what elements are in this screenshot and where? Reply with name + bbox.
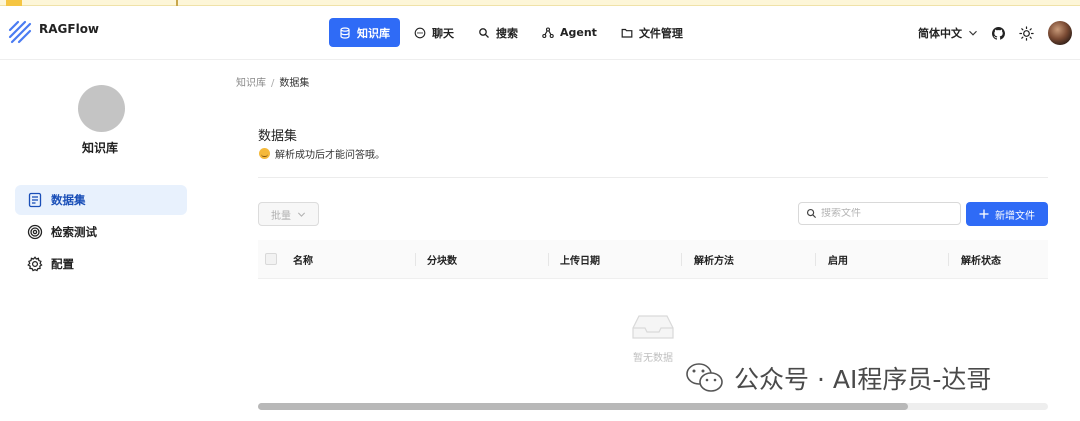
breadcrumb: 知识库 / 数据集 [236,74,309,89]
column-divider [815,253,816,266]
plus-icon [979,209,989,219]
file-search-box[interactable] [798,202,961,225]
target-icon [27,224,43,240]
gear-icon [27,256,43,272]
breadcrumb-current: 数据集 [279,78,310,89]
nav-file-management[interactable]: 文件管理 [611,18,693,47]
nav-agent-label: Agent [560,26,597,39]
ragflow-logo-icon[interactable] [8,20,32,44]
nav-knowledge-base[interactable]: 知识库 [329,18,400,47]
sidebar-item-dataset-label: 数据集 [51,193,86,207]
column-divider [415,253,416,266]
page-subtitle: 解析成功后才能问答哦。 [259,146,385,161]
empty-state: 暂无数据 [600,310,706,364]
file-search-input[interactable] [821,208,951,219]
database-icon [340,26,350,39]
column-header-chunks[interactable]: 分块数 [427,240,457,279]
column-header-name[interactable]: 名称 [293,240,313,279]
column-divider [681,253,682,266]
watermark-text: 公众号 · AI程序员-达哥 [734,365,992,394]
nav-file-management-label: 文件管理 [638,26,683,40]
page-title: 数据集 [258,129,298,144]
wechat-logo-icon [686,363,723,392]
chat-icon [414,27,426,38]
user-avatar[interactable] [1048,21,1072,45]
watermark: 公众号 · AI程序员-达哥 [684,360,991,396]
scrollbar-thumb[interactable] [258,403,908,410]
sidebar-item-retrieval-test[interactable]: 检索测试 [15,217,187,247]
chevron-down-icon [297,212,306,217]
batch-label: 批量 [271,210,291,222]
section-divider [258,177,1048,178]
breadcrumb-root[interactable]: 知识库 [236,78,266,89]
nav-search[interactable]: 搜索 [468,18,528,47]
smile-emoji-icon [259,148,270,159]
nav-chat-label: 聊天 [432,26,454,40]
breadcrumb-separator: / [271,78,275,89]
language-select[interactable]: 简体中文 [918,25,978,41]
github-icon[interactable] [992,26,1005,40]
header-tools: 简体中文 [918,20,1072,46]
column-divider [948,253,949,266]
nav-chat[interactable]: 聊天 [404,18,464,47]
search-icon [806,208,817,219]
brand-name: RAGFlow [39,22,100,36]
nav-search-label: 搜索 [496,26,518,40]
sun-theme-icon[interactable] [1019,25,1034,41]
horizontal-scrollbar[interactable] [258,403,1048,410]
document-icon [28,192,42,208]
page-subtitle-text: 解析成功后才能问答哦。 [275,150,385,161]
column-divider [548,253,549,266]
add-file-button[interactable]: 新增文件 [966,202,1048,226]
sidebar-menu: 数据集 检索测试 配置 [15,185,187,281]
sidebar-item-config-label: 配置 [51,257,74,271]
nav-agent[interactable]: Agent [532,18,607,47]
empty-inbox-icon [632,315,674,339]
table-header: 名称 分块数 上传日期 解析方法 启用 解析状态 [258,240,1048,279]
sidebar-item-config[interactable]: 配置 [15,249,187,279]
search-icon [479,27,489,38]
nav-knowledge-base-label: 知识库 [357,26,390,40]
main-nav: 知识库 聊天 搜索 Agent 文件管理 [329,17,693,48]
column-header-parse-status[interactable]: 解析状态 [961,240,1001,279]
sidebar-item-dataset[interactable]: 数据集 [15,185,187,215]
select-all-checkbox[interactable] [265,253,277,265]
add-file-label: 新增文件 [995,210,1035,222]
sidebar-item-retrieval-test-label: 检索测试 [51,225,97,239]
folder-icon [621,28,633,38]
agent-icon [542,26,554,38]
column-header-upload-date[interactable]: 上传日期 [560,240,600,279]
sidebar: 知识库 数据集 检索测试 配置 [0,61,200,421]
top-navbar: RAGFlow 知识库 聊天 搜索 Agent 文件管理 简体中文 [0,6,1080,60]
knowledge-base-name: 知识库 [81,141,118,155]
knowledge-base-avatar [78,85,125,132]
column-header-parse-method[interactable]: 解析方法 [694,240,734,279]
chevron-down-icon [969,30,977,36]
column-header-enabled[interactable]: 启用 [828,240,848,279]
batch-dropdown-button[interactable]: 批量 [258,202,319,226]
language-label: 简体中文 [918,27,962,40]
